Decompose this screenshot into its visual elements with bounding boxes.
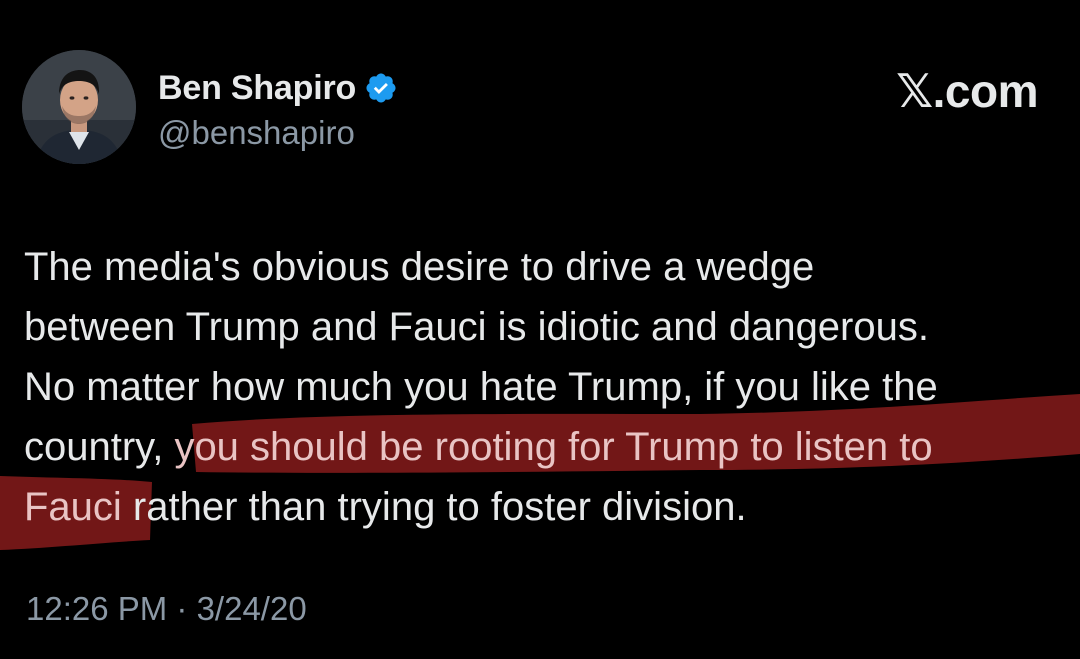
tweet-text-segment: rather than trying to foster division. (121, 485, 747, 529)
tweet-line: No matter how much you hate Trump, if yo… (24, 365, 938, 409)
highlighted-text-segment: you should be rooting for Trump to liste… (174, 425, 933, 469)
avatar[interactable] (22, 50, 136, 164)
tweet-line: Fauci rather than trying to foster divis… (24, 477, 1064, 537)
user-handle[interactable]: @benshapiro (158, 114, 398, 152)
display-name[interactable]: Ben Shapiro (158, 69, 356, 108)
highlighted-text-segment: Fauci (24, 485, 122, 529)
tweet-body: The media's obvious desire to drive a we… (24, 237, 1064, 537)
tweet-timestamp[interactable]: 12:26 PM · 3/24/20 (26, 590, 307, 628)
tweet-text-segment: country, (24, 425, 175, 469)
verified-badge-icon (364, 71, 398, 105)
avatar-image (22, 50, 136, 164)
name-row: Ben Shapiro (158, 66, 398, 110)
tweet-line: The media's obvious desire to drive a we… (24, 245, 815, 289)
x-brand-label: 𝕏.com (896, 65, 1038, 117)
tweet-line: country, you should be rooting for Trump… (24, 417, 1064, 477)
tweet-line: between Trump and Fauci is idiotic and d… (24, 305, 929, 349)
author-info: Ben Shapiro @benshapiro (158, 66, 398, 152)
